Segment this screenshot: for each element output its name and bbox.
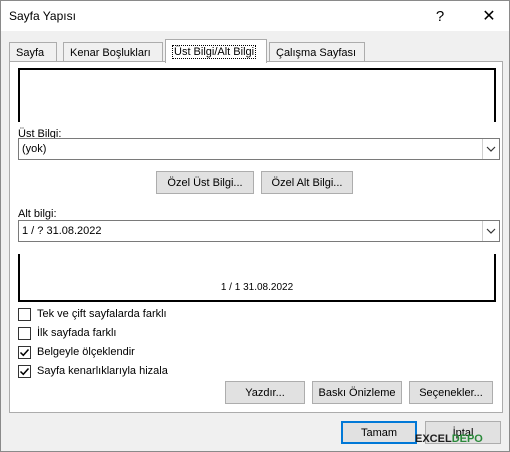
tab-header-footer-label: Üst Bilgi/Alt Bilgi xyxy=(172,44,257,59)
title-bar: Sayfa Yapısı ? ✕ xyxy=(1,1,509,31)
print-preview-button[interactable]: Baskı Önizleme xyxy=(312,381,402,404)
option-align-label: Sayfa kenarlıklarıyla hizala xyxy=(37,365,168,377)
watermark-logo: EXCELDEPO xyxy=(415,433,483,445)
checkmark-icon xyxy=(19,348,30,356)
footer-preview: 1 / 1 31.08.2022 xyxy=(18,254,496,302)
tab-header-footer[interactable]: Üst Bilgi/Alt Bilgi xyxy=(165,39,267,63)
checkbox-align-margins[interactable] xyxy=(18,364,31,378)
footer-label: Alt bilgi: xyxy=(18,208,57,220)
options-button[interactable]: Seçenekler... xyxy=(409,381,493,404)
tab-panel: Üst Bilgi: (yok) Özel Üst Bilgi... Özel … xyxy=(9,61,503,413)
option-odd-even[interactable]: Tek ve çift sayfalarda farklı xyxy=(18,306,167,322)
chevron-down-icon[interactable] xyxy=(482,139,499,159)
close-icon[interactable]: ✕ xyxy=(475,4,503,28)
checkbox-first-page[interactable] xyxy=(18,326,31,340)
option-scale-with-document[interactable]: Belgeyle ölçeklendir xyxy=(18,344,135,360)
tab-sheet-label: Çalışma Sayfası xyxy=(276,46,357,59)
tab-margins-label: Kenar Boşlukları xyxy=(70,46,151,59)
footer-select[interactable]: 1 / ? 31.08.2022 xyxy=(18,220,500,242)
tab-margins[interactable]: Kenar Boşlukları xyxy=(63,42,163,62)
custom-footer-button[interactable]: Özel Alt Bilgi... xyxy=(261,171,353,194)
tab-page[interactable]: Sayfa xyxy=(9,42,57,62)
header-select[interactable]: (yok) xyxy=(18,138,500,160)
option-align-margins[interactable]: Sayfa kenarlıklarıyla hizala xyxy=(18,363,168,379)
print-button[interactable]: Yazdır... xyxy=(225,381,305,404)
footer-select-value: 1 / ? 31.08.2022 xyxy=(22,225,102,237)
footer-preview-text: 1 / 1 31.08.2022 xyxy=(220,282,294,293)
tab-sheet[interactable]: Çalışma Sayfası xyxy=(269,42,365,62)
option-scale-label: Belgeyle ölçeklendir xyxy=(37,346,135,358)
option-first-page-label: İlk sayfada farklı xyxy=(37,327,117,339)
ok-button[interactable]: Tamam xyxy=(341,421,417,444)
page-setup-dialog: Sayfa Yapısı ? ✕ Sayfa Kenar Boşlukları … xyxy=(0,0,510,452)
dialog-title: Sayfa Yapısı xyxy=(9,9,76,23)
tab-strip: Sayfa Kenar Boşlukları Üst Bilgi/Alt Bil… xyxy=(9,38,503,63)
checkbox-scale-with-document[interactable] xyxy=(18,345,31,359)
checkmark-icon xyxy=(19,367,30,375)
header-select-value: (yok) xyxy=(22,143,47,155)
checkbox-odd-even[interactable] xyxy=(18,307,31,321)
custom-header-button[interactable]: Özel Üst Bilgi... xyxy=(156,171,254,194)
header-preview xyxy=(18,68,496,122)
tab-page-label: Sayfa xyxy=(16,46,45,59)
option-first-page[interactable]: İlk sayfada farklı xyxy=(18,325,116,341)
help-icon[interactable]: ? xyxy=(426,4,454,28)
chevron-down-icon[interactable] xyxy=(482,221,499,241)
option-odd-even-label: Tek ve çift sayfalarda farklı xyxy=(37,308,167,320)
